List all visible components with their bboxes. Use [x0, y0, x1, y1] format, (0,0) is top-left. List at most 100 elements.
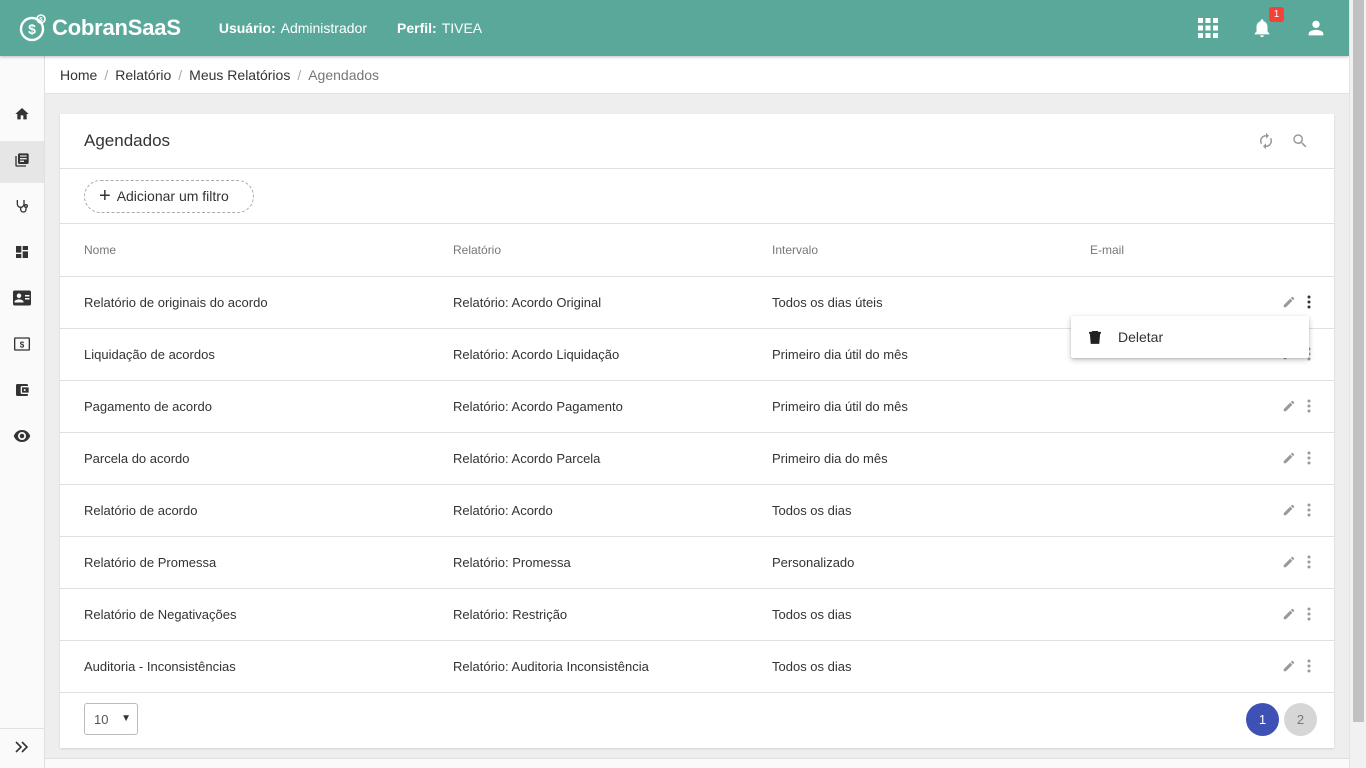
table-row: Relatório de acordo Relatório: Acordo To… [60, 485, 1334, 537]
column-header-relatorio[interactable]: Relatório [453, 243, 501, 257]
page-title: Agendados [84, 131, 171, 150]
apps-grid-icon[interactable] [1195, 15, 1221, 41]
cell-relatorio: Relatório: Restrição [453, 607, 568, 622]
top-bar: $ $ CobranSaaS Usuário: Administrador Pe… [0, 0, 1349, 56]
wallet-icon [14, 382, 30, 403]
cell-relatorio: Relatório: Auditoria Inconsistência [453, 659, 649, 674]
sidebar-item-finance[interactable]: $ [0, 325, 44, 367]
more-vert-icon[interactable] [1302, 605, 1316, 623]
sidebar-expand-button[interactable] [0, 728, 44, 768]
breadcrumb-home[interactable]: Home [60, 67, 97, 83]
logo-icon: $ $ [18, 13, 48, 43]
money-icon: $ [14, 336, 30, 356]
delete-menu-item[interactable]: Deletar [1118, 329, 1163, 345]
more-vert-icon[interactable] [1302, 501, 1316, 519]
page-button-1[interactable]: 1 [1246, 703, 1279, 736]
table-footer: 10 ▼ 1 2 [60, 692, 1334, 748]
sidebar-item-contacts[interactable] [0, 279, 44, 321]
card-header: Agendados [60, 114, 1334, 169]
cell-relatorio: Relatório: Acordo [453, 503, 553, 518]
more-vert-icon[interactable] [1302, 657, 1316, 675]
home-icon [14, 106, 30, 127]
more-vert-icon[interactable] [1302, 553, 1316, 571]
user-value: Administrador [280, 20, 367, 36]
user-label: Usuário: [218, 20, 276, 36]
cell-relatorio: Relatório: Acordo Pagamento [453, 399, 623, 414]
pagination: 1 2 [1241, 703, 1317, 736]
cell-intervalo: Primeiro dia útil do mês [772, 347, 908, 362]
cell-nome: Relatório de Negativações [84, 607, 237, 622]
sidebar-item-health[interactable] [0, 187, 44, 229]
pencil-icon[interactable] [1280, 553, 1298, 571]
pencil-icon[interactable] [1280, 397, 1298, 415]
bell-icon[interactable]: 1 [1249, 7, 1284, 41]
sidebar-item-reports[interactable] [0, 141, 44, 183]
pencil-icon[interactable] [1280, 605, 1298, 623]
pencil-icon[interactable] [1280, 657, 1298, 675]
plus-icon: + [99, 185, 111, 207]
more-vert-icon[interactable] [1302, 293, 1316, 311]
table-row: Parcela do acordo Relatório: Acordo Parc… [60, 433, 1334, 485]
page-button-2[interactable]: 2 [1284, 703, 1317, 736]
cell-nome: Pagamento de acordo [84, 399, 212, 414]
add-filter-label: Adicionar um filtro [116, 188, 229, 204]
column-header-nome[interactable]: Nome [84, 243, 116, 257]
sidebar-item-home[interactable] [0, 95, 44, 137]
trash-icon [1087, 329, 1103, 345]
cell-nome: Liquidação de acordos [84, 347, 215, 362]
refresh-icon[interactable] [1254, 129, 1278, 153]
cell-relatorio: Relatório: Acordo Liquidação [453, 347, 620, 362]
breadcrumb: Home / Relatório / Meus Relatórios / Age… [45, 56, 1349, 94]
column-header-email[interactable]: E-mail [1090, 243, 1124, 257]
cell-intervalo: Personalizado [772, 555, 855, 570]
column-header-intervalo[interactable]: Intervalo [772, 243, 818, 257]
more-vert-icon[interactable] [1302, 449, 1316, 467]
table-row: Pagamento de acordo Relatório: Acordo Pa… [60, 381, 1334, 433]
table-header: Nome Relatório Intervalo E-mail [60, 224, 1334, 277]
sidebar: $ [0, 56, 45, 768]
stethoscope-icon [14, 198, 30, 219]
sidebar-item-dashboard[interactable] [0, 233, 44, 275]
cell-intervalo: Primeiro dia do mês [772, 451, 888, 466]
top-actions: 1 [1167, 0, 1329, 56]
breadcrumb-separator: / [104, 66, 109, 83]
breadcrumb-agendados: Agendados [308, 66, 380, 83]
page-size-select[interactable]: 10 ▼ [84, 703, 138, 735]
breadcrumb-separator: / [178, 66, 183, 83]
scheduled-reports-card: Agendados + Adicionar um filtro Nome Rel… [60, 114, 1334, 748]
profile-value: TIVEA [441, 20, 483, 36]
sidebar-item-monitor[interactable] [0, 417, 44, 459]
table-row: Relatório de Negativações Relatório: Res… [60, 589, 1334, 641]
more-vert-icon[interactable] [1302, 397, 1316, 415]
filter-bar: + Adicionar um filtro [60, 169, 1334, 224]
breadcrumb-meus-relatorios[interactable]: Meus Relatórios [189, 67, 290, 83]
cell-intervalo: Todos os dias úteis [772, 295, 883, 310]
cell-relatorio: Relatório: Acordo Parcela [453, 451, 601, 466]
search-icon[interactable] [1288, 129, 1312, 153]
reports-icon [14, 152, 30, 173]
page-size-value: 10 [94, 711, 109, 727]
pencil-icon[interactable] [1280, 293, 1298, 311]
cell-intervalo: Todos os dias [772, 659, 852, 674]
scrollbar-thumb[interactable] [1353, 0, 1364, 722]
double-chevron-right-icon [15, 740, 29, 758]
account-icon[interactable] [1303, 15, 1329, 41]
pencil-icon[interactable] [1280, 449, 1298, 467]
logo[interactable]: $ $ CobranSaaS [18, 13, 181, 43]
caret-down-icon: ▼ [121, 713, 131, 724]
vertical-scrollbar[interactable] [1349, 0, 1366, 768]
add-filter-button[interactable]: + Adicionar um filtro [84, 179, 254, 213]
cell-relatorio: Relatório: Acordo Original [453, 295, 602, 310]
cell-intervalo: Todos os dias [772, 607, 852, 622]
breadcrumb-relatorio[interactable]: Relatório [115, 67, 171, 83]
cell-relatorio: Relatório: Promessa [453, 555, 571, 570]
logo-text: CobranSaaS [52, 15, 181, 40]
cell-nome: Auditoria - Inconsistências [84, 659, 236, 674]
dashboard-icon [14, 244, 30, 265]
pencil-icon[interactable] [1280, 501, 1298, 519]
svg-text:$: $ [28, 21, 36, 37]
svg-text:$: $ [20, 340, 25, 349]
sidebar-item-wallet[interactable] [0, 371, 44, 413]
cell-intervalo: Todos os dias [772, 503, 852, 518]
table-row: Auditoria - Inconsistências Relatório: A… [60, 641, 1334, 693]
